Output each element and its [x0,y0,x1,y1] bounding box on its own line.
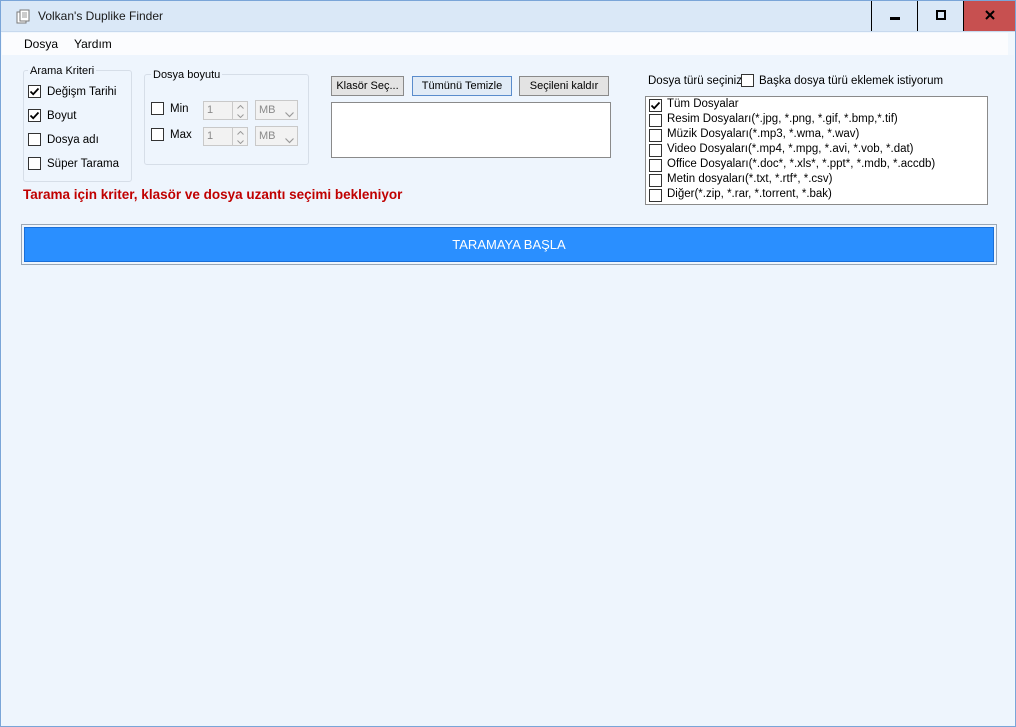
criteria-checkbox-super[interactable] [28,157,41,170]
start-button-frame: TARAMAYA BAŞLA [21,224,997,265]
size-min-spinner[interactable]: 1 [203,101,248,120]
select-folder-button[interactable]: Klasör Seç... [331,76,404,96]
criteria-label-size: Boyut [47,110,77,122]
filetype-label: Dosya türü seçiniz [648,75,742,87]
filetype-label-video: Video Dosyaları(*.mp4, *.mpg, *.avi, *.v… [667,143,914,155]
remove-selected-button[interactable]: Seçileni kaldır [519,76,609,96]
menu-dosya[interactable]: Dosya [24,37,58,51]
app-window: Volkan's Duplike Finder Dosya Yardım Ara… [0,0,1016,727]
size-min-unit-select[interactable]: MB [255,100,298,120]
chevron-down-icon [285,133,294,147]
menu-yardim[interactable]: Yardım [74,37,112,51]
minimize-icon [889,9,900,23]
filetype-label-music: Müzik Dosyaları(*.mp3, *.wma, *.wav) [667,128,860,140]
size-max-unit: MB [259,130,276,142]
criteria-label-super: Süper Tarama [47,158,120,170]
window-title: Volkan's Duplike Finder [38,9,164,23]
criteria-checkbox-name[interactable] [28,133,41,146]
filetype-row[interactable]: Müzik Dosyaları(*.mp3, *.wma, *.wav) [649,128,984,143]
filetype-checkbox-video[interactable] [649,144,662,157]
filetype-row[interactable]: Tüm Dosyalar [649,98,984,113]
filetype-label-text: Metin dosyaları(*.txt, *.rtf*, *.csv) [667,173,833,185]
title-bar[interactable]: Volkan's Duplike Finder [1,1,1015,32]
filetype-checkbox-other[interactable] [649,189,662,202]
size-max-spinner[interactable]: 1 [203,127,248,146]
spin-up-icon[interactable] [232,102,247,111]
filetype-checkbox-office[interactable] [649,159,662,172]
extra-filetype-label: Başka dosya türü eklemek istiyorum [759,75,944,87]
filetype-row[interactable]: Resim Dosyaları(*.jpg, *.png, *.gif, *.b… [649,113,984,128]
size-max-value: 1 [207,130,214,142]
filetype-label-other: Diğer(*.zip, *.rar, *.torrent, *.bak) [667,188,832,200]
filetype-checkbox-music[interactable] [649,129,662,142]
size-legend: Dosya boyutu [151,69,223,81]
status-message: Tarama için kriter, klasör ve dosya uzan… [23,187,403,202]
criteria-legend: Arama Kriteri [28,65,97,77]
start-scan-button[interactable]: TARAMAYA BAŞLA [24,227,994,262]
close-icon [984,9,995,23]
filetype-row[interactable]: Metin dosyaları(*.txt, *.rtf*, *.csv) [649,173,984,188]
documents-icon [16,9,32,24]
folder-list[interactable] [331,102,611,158]
size-min-checkbox[interactable] [151,102,164,115]
size-min-label: Min [170,103,189,115]
filetype-checkbox-image[interactable] [649,114,662,127]
filetype-row[interactable]: Diğer(*.zip, *.rar, *.torrent, *.bak) [649,188,984,203]
filetype-checkbox-all[interactable] [649,99,662,112]
filetype-label-office: Office Dosyaları(*.doc*, *.xls*, *.ppt*,… [667,158,936,170]
criteria-checkbox-size[interactable] [28,109,41,122]
minimize-button[interactable] [871,1,917,31]
size-max-unit-select[interactable]: MB [255,126,298,146]
spin-down-icon[interactable] [232,137,247,146]
size-max-label: Max [170,129,192,141]
criteria-checkbox-date[interactable] [28,85,41,98]
maximize-button[interactable] [917,1,963,31]
size-max-checkbox[interactable] [151,128,164,141]
extra-filetype-checkbox[interactable] [741,74,754,87]
filetype-checkbox-text[interactable] [649,174,662,187]
criteria-label-date: Değişm Tarihi [47,86,117,98]
filetype-label-image: Resim Dosyaları(*.jpg, *.png, *.gif, *.b… [667,113,898,125]
size-min-unit: MB [259,104,276,116]
filetype-list[interactable]: Tüm Dosyalar Resim Dosyaları(*.jpg, *.pn… [645,96,988,205]
filetype-label-all: Tüm Dosyalar [667,98,739,110]
spin-up-icon[interactable] [232,128,247,137]
filetype-row[interactable]: Office Dosyaları(*.doc*, *.xls*, *.ppt*,… [649,158,984,173]
size-min-value: 1 [207,104,214,116]
criteria-group: Arama Kriteri Değişm Tarihi Boyut Dosya … [23,65,132,182]
size-group: Dosya boyutu Min 1 MB Max 1 MB [144,69,309,165]
maximize-icon [935,9,946,23]
main-content: Arama Kriteri Değişm Tarihi Boyut Dosya … [2,55,1014,726]
spin-down-icon[interactable] [232,111,247,120]
clear-all-button[interactable]: Tümünü Temizle [412,76,512,96]
chevron-down-icon [285,107,294,121]
criteria-label-name: Dosya adı [47,134,99,146]
close-button[interactable] [963,1,1015,31]
menu-bar: Dosya Yardım [2,33,1008,55]
filetype-row[interactable]: Video Dosyaları(*.mp4, *.mpg, *.avi, *.v… [649,143,984,158]
